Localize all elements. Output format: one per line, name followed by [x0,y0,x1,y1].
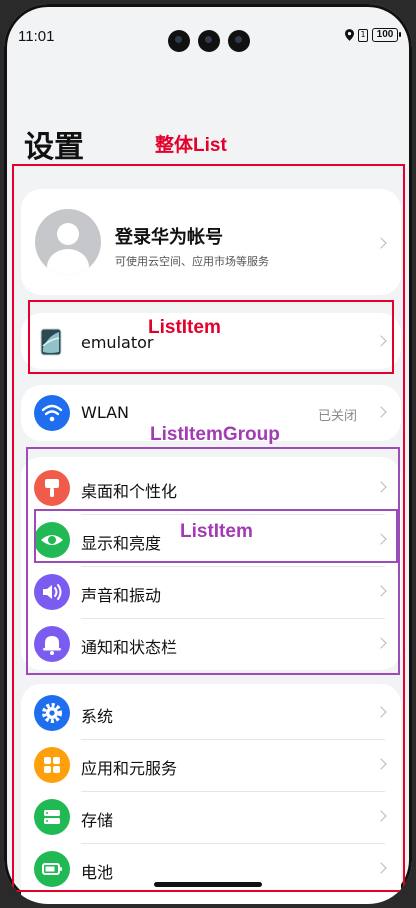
sim-card-icon: 1 [358,28,368,42]
annotation-inner-listitem-label: ListItem [180,521,253,542]
home-indicator[interactable] [154,882,262,887]
battery-status: 100 [372,28,401,42]
camera-dot-icon [168,30,190,52]
status-time: 11:01 [18,28,55,45]
status-icons: 1 100 [345,28,401,42]
location-icon [345,29,354,41]
annotation-list-label: 整体List [155,135,227,156]
camera-dot-icon [228,30,250,52]
phone-screen: 11:01 1 100 设置 登录华为帐号 可使用云空间、应用市场等服务 emu… [4,4,412,904]
annotation-listitem-label: ListItem [148,317,221,338]
page-title: 设置 [24,130,84,165]
annotation-group-label: ListItemGroup [150,424,280,445]
status-bar: 11:01 1 100 [4,4,412,74]
camera-dot-icon [198,30,220,52]
